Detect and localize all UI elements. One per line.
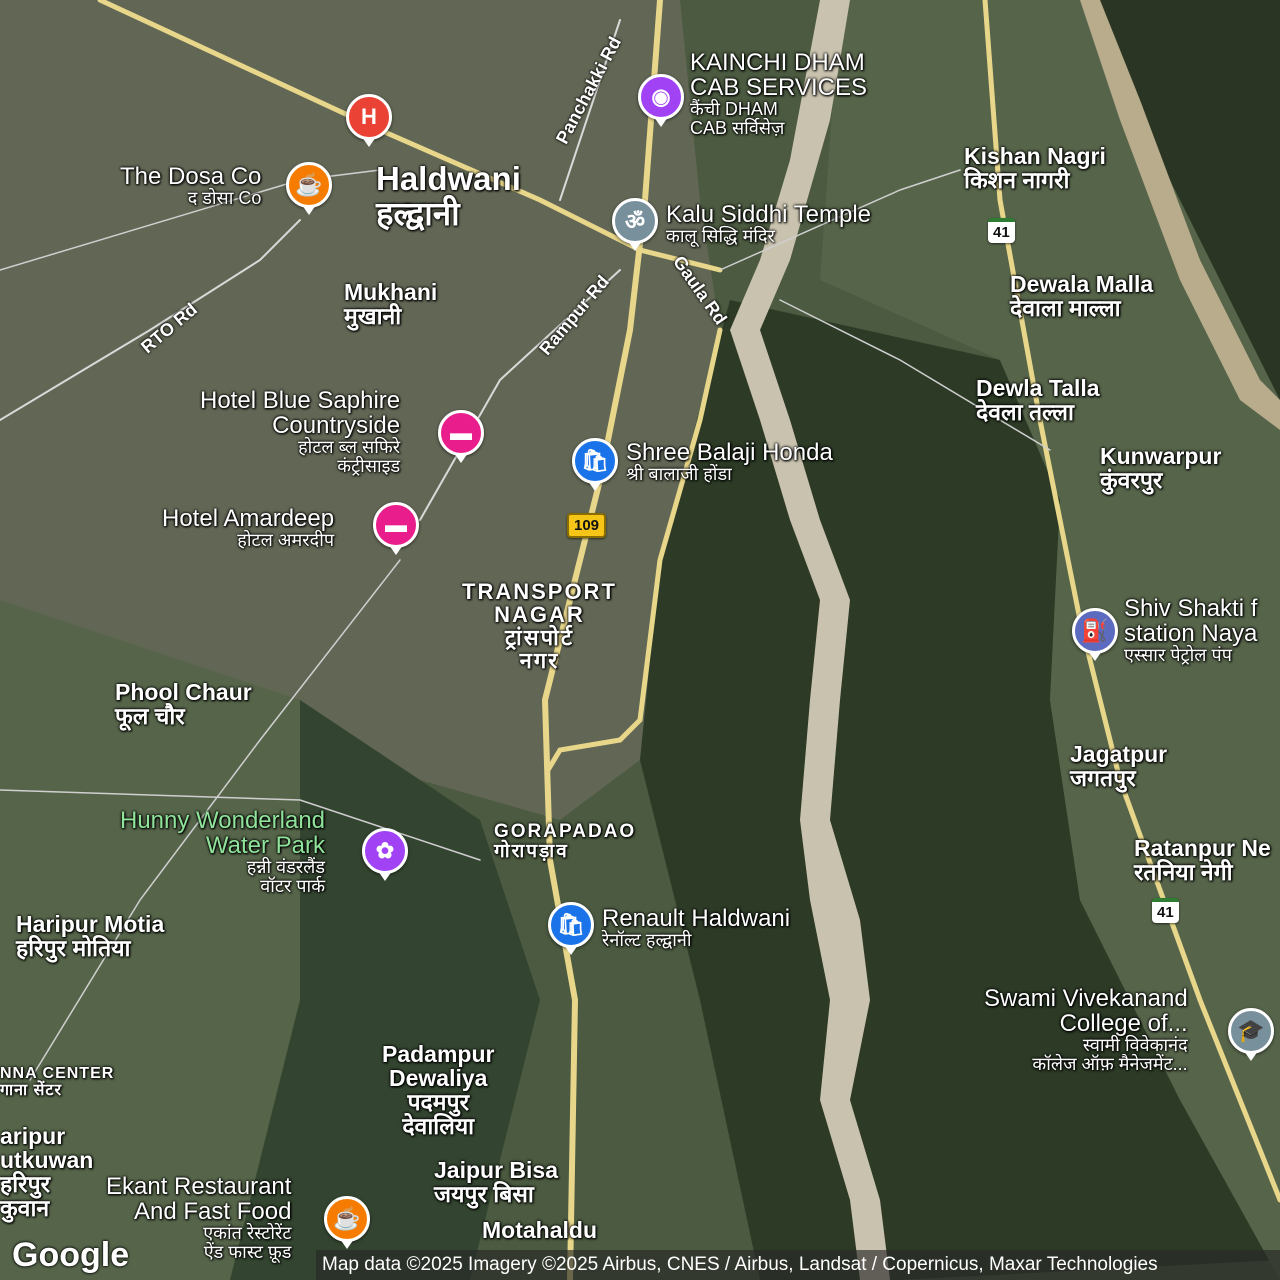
amusement-icon[interactable]: ✿ (362, 828, 408, 881)
place-haldwani[interactable]: Haldwani हल्द्वानी (376, 161, 521, 231)
place-haripur-motia[interactable]: Haripur Motia हरिपुर मोतिया (16, 912, 164, 960)
om-icon[interactable]: ॐ (612, 198, 658, 251)
poi-hotel-amardeep[interactable]: Hotel Amardeep होटल अमरदीप (162, 506, 334, 550)
place-haripur-left[interactable]: aripur utkuwan हरिपुर कुवान (0, 1124, 93, 1221)
place-jagatpur[interactable]: Jagatpur जगतपुर (1070, 742, 1167, 790)
poi-ekant-restaurant[interactable]: Ekant Restaurant And Fast Food एकांत रेस… (106, 1174, 291, 1262)
place-anna-center[interactable]: NNA CENTER गाना सेंटर (0, 1065, 114, 1100)
map-attribution[interactable]: Map data ©2025 Imagery ©2025 Airbus, CNE… (316, 1250, 1280, 1280)
poi-the-dosa-co[interactable]: The Dosa Co द डोसा Co (120, 164, 261, 208)
place-transport-nagar[interactable]: TRANSPORT NAGAR ट्रांसपोर्ट नगर (462, 580, 617, 672)
restaurant-icon[interactable]: ☕ (286, 162, 332, 215)
poi-shree-balaji-honda[interactable]: Shree Balaji Honda श्री बालाजी होंडा (626, 440, 833, 484)
fuel-icon[interactable]: ⛽ (1072, 608, 1118, 661)
place-kishan-nagri[interactable]: Kishan Nagri किशन नागरी (964, 144, 1106, 192)
place-kunwarpur[interactable]: Kunwarpur कुंवरपुर (1100, 444, 1221, 492)
bed-icon[interactable]: ▬ (438, 410, 484, 463)
bed-icon[interactable]: ▬ (373, 502, 419, 555)
nh41-shield-north: 41 (988, 218, 1015, 243)
place-mukhani[interactable]: Mukhani मुखानी (344, 280, 437, 328)
place-phool-chaur[interactable]: Phool Chaur फूल चौर (115, 680, 252, 728)
shopping-bag-icon[interactable]: 🛍 (572, 438, 618, 491)
place-ratanpur[interactable]: Ratanpur Ne रतनिया नेगी (1134, 836, 1271, 884)
poi-kalu-siddhi-temple[interactable]: Kalu Siddhi Temple कालू सिद्धि मंदिर (666, 202, 871, 246)
google-logo: Google (12, 1236, 130, 1274)
place-jaipur-bisa[interactable]: Jaipur Bisa जयपुर बिसा (434, 1158, 558, 1206)
nh109-shield: 109 (567, 513, 607, 538)
restaurant-icon[interactable]: ☕ (324, 1196, 370, 1249)
place-dewla-talla[interactable]: Dewla Talla देवला तल्ला (976, 376, 1100, 424)
place-padampur-dewaliya[interactable]: Padampur Dewaliya पदमपुर देवालिया (382, 1042, 494, 1139)
graduation-cap-icon[interactable]: 🎓 (1228, 1008, 1274, 1061)
hospital-icon[interactable]: H (346, 94, 392, 147)
poi-swami-vivekanand-college[interactable]: Swami Vivekanand College of... स्वामी वि… (984, 986, 1188, 1074)
poi-hunny-wonderland[interactable]: Hunny Wonderland Water Park हन्नी वंडरलै… (120, 808, 325, 896)
nh41-shield-south: 41 (1152, 898, 1179, 923)
poi-hotel-blue-saphire[interactable]: Hotel Blue Saphire Countryside होटल ब्ल … (200, 388, 400, 476)
shopping-bag-icon[interactable]: 🛍 (548, 902, 594, 955)
poi-renault-haldwani[interactable]: Renault Haldwani रेनॉल्ट हल्द्वानी (602, 906, 790, 950)
place-gorapadao[interactable]: GORAPADAO गोरापड़ाव (494, 822, 636, 862)
camera-icon[interactable]: ◉ (638, 74, 684, 127)
poi-shiv-shakti-fuel[interactable]: Shiv Shakti f station Naya एस्सार पेट्रो… (1124, 596, 1257, 665)
poi-kainchi-dham[interactable]: KAINCHI DHAM CAB SERVICES कैंची DHAM CAB… (690, 50, 867, 138)
place-dewala-malla[interactable]: Dewala Malla देवाला माल्ला (1010, 272, 1153, 320)
place-motahaldu[interactable]: Motahaldu (482, 1218, 597, 1242)
